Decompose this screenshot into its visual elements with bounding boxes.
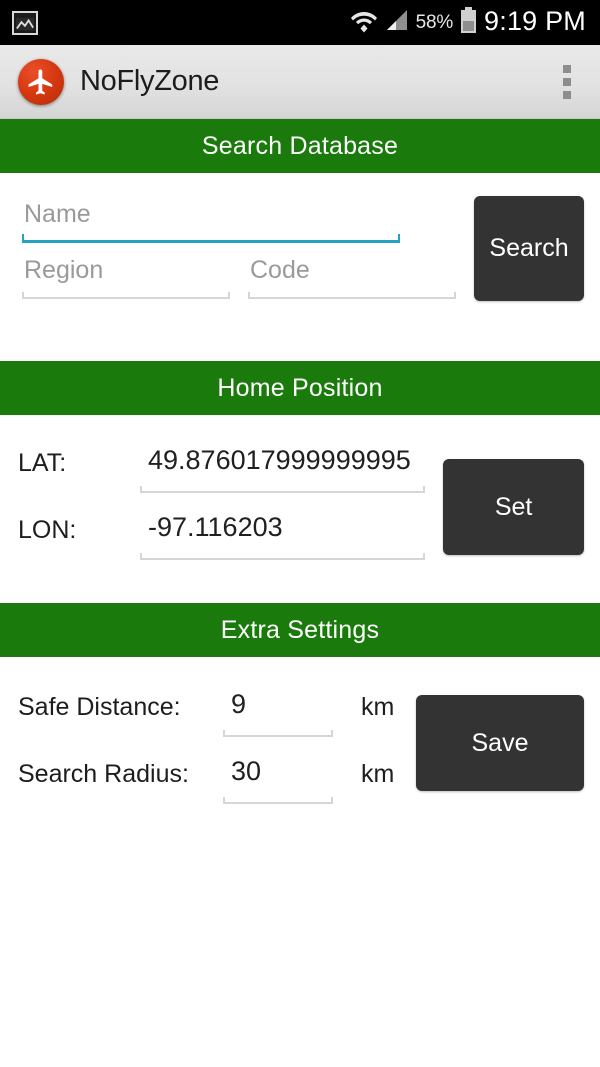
overflow-dot <box>563 64 571 73</box>
search-secondary-fields <box>22 251 456 299</box>
section-header-home-position: Home Position <box>0 361 600 415</box>
extra-settings-section: Safe Distance: km Search Radius: <box>0 657 600 843</box>
page-title: NoFlyZone <box>80 65 220 97</box>
status-bar-clock: 9:19 PM <box>484 6 586 36</box>
longitude-field-wrapper[interactable] <box>140 508 426 560</box>
status-bar: 58% 9:19 PM <box>0 0 600 45</box>
status-bar-right: 58% 9:19 PM <box>350 6 586 39</box>
search-region-input[interactable] <box>22 251 230 295</box>
latitude-row: LAT: <box>18 441 426 508</box>
search-database-section: Search <box>0 173 600 359</box>
app-screen: 58% 9:19 PM NoFlyZone Search Database Na… <box>0 0 600 1067</box>
latitude-field-underline <box>140 486 426 493</box>
longitude-row: LON: <box>18 508 426 575</box>
code-field-wrapper[interactable] <box>248 251 456 299</box>
search-fields-group <box>22 195 474 359</box>
search-radius-field-underline <box>223 797 333 804</box>
search-name-input[interactable] <box>22 195 400 239</box>
latitude-field-wrapper[interactable] <box>140 441 426 493</box>
search-radius-unit: km <box>361 760 395 788</box>
longitude-label: LON: <box>18 516 77 544</box>
overflow-dot <box>563 77 571 86</box>
region-field-underline <box>22 292 230 299</box>
region-field-wrapper[interactable] <box>22 251 230 299</box>
app-bar: NoFlyZone <box>0 45 600 119</box>
status-bar-left <box>12 10 38 35</box>
safe-distance-label: Safe Distance: <box>18 693 181 721</box>
search-radius-row: Search Radius: km <box>18 752 404 819</box>
section-header-search-database: Search Database <box>0 119 600 173</box>
wifi-icon <box>350 7 378 38</box>
battery-percent-label: 58% <box>415 11 454 33</box>
safe-distance-row: Safe Distance: km <box>18 685 404 752</box>
battery-icon <box>460 6 477 39</box>
latitude-label: LAT: <box>18 449 67 477</box>
save-settings-button[interactable]: Save <box>416 695 584 791</box>
set-home-position-button[interactable]: Set <box>443 459 584 555</box>
safe-distance-field-underline <box>223 730 333 737</box>
search-radius-label: Search Radius: <box>18 760 189 788</box>
safe-distance-unit: km <box>361 693 395 721</box>
search-radius-input[interactable] <box>223 752 333 796</box>
cell-signal-icon <box>385 8 409 37</box>
search-radius-field-wrapper[interactable] <box>223 752 333 804</box>
section-header-extra-settings: Extra Settings <box>0 603 600 657</box>
safe-distance-input[interactable] <box>223 685 333 729</box>
extra-settings-fields-group: Safe Distance: km Search Radius: <box>18 685 416 843</box>
code-field-underline <box>248 292 456 299</box>
longitude-input[interactable] <box>140 508 426 552</box>
home-position-section: LAT: LON: Set <box>0 415 600 601</box>
overflow-dot <box>563 90 571 99</box>
name-field-underline <box>22 234 400 243</box>
latitude-input[interactable] <box>140 441 426 485</box>
name-field-wrapper[interactable] <box>22 195 400 243</box>
safe-distance-field-wrapper[interactable] <box>223 685 333 737</box>
airplane-icon <box>18 58 64 105</box>
photo-icon <box>12 10 38 35</box>
home-position-fields-group: LAT: LON: <box>18 441 443 601</box>
search-code-input[interactable] <box>248 251 456 295</box>
longitude-field-underline <box>140 553 426 560</box>
search-button[interactable]: Search <box>474 196 584 301</box>
overflow-menu-icon[interactable] <box>552 59 582 105</box>
